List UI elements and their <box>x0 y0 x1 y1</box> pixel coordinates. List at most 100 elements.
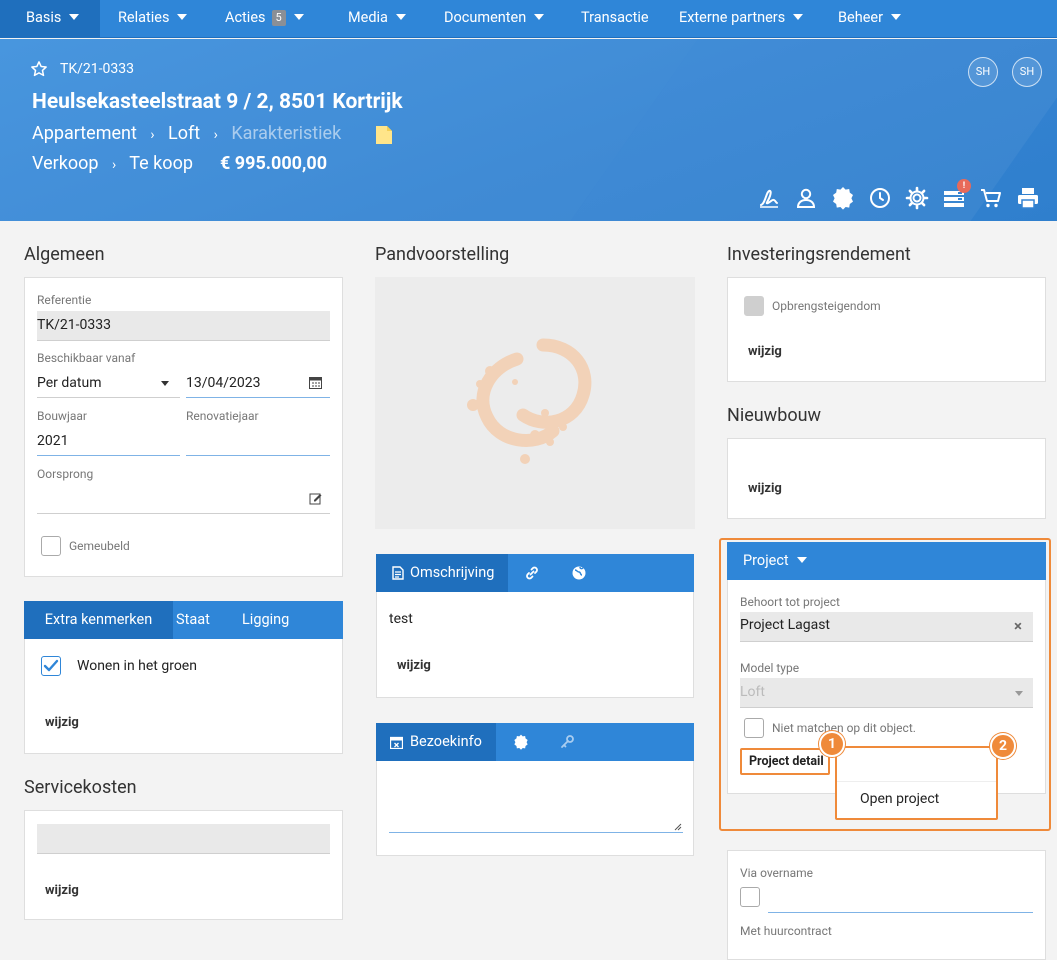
status-type: Verkoop <box>32 153 99 174</box>
niet-matchen-label: Niet matchen op dit object. <box>772 721 916 735</box>
bezoekinfo-textarea[interactable] <box>389 773 683 833</box>
algemeen-card: Referentie TK/21-0333 Beschikbaar vanaf … <box>24 277 343 577</box>
chevron-down-icon <box>793 14 804 21</box>
behoort-value: Project Lagast <box>740 617 831 633</box>
nav-documenten[interactable]: Documenten <box>444 0 545 38</box>
document-icon <box>392 566 404 580</box>
signature-icon[interactable] <box>757 186 781 210</box>
menu-item-open-project[interactable]: Open project <box>860 791 939 807</box>
chevron-down-icon <box>69 14 80 21</box>
tab-extra-kenmerken[interactable]: Extra kenmerken <box>24 601 173 639</box>
beschikbaar-select[interactable]: Per datum <box>37 375 101 391</box>
renovatie-input[interactable] <box>186 455 330 456</box>
logo-placeholder-icon <box>467 338 592 464</box>
nav-relaties[interactable]: Relaties <box>118 0 188 38</box>
servicekosten-card: wijzig <box>24 810 343 920</box>
tab-staat[interactable]: Staat <box>176 601 210 639</box>
section-title-nieuwbouw: Nieuwbouw <box>727 405 822 426</box>
kenmerken-edit-link[interactable]: wijzig <box>45 715 79 730</box>
overname-card: Via overname Met huurcontract <box>727 850 1046 960</box>
servicekosten-edit-link[interactable]: wijzig <box>45 883 79 898</box>
model-value: Loft <box>740 684 765 700</box>
chevron-down-icon <box>395 14 406 21</box>
badge-icon[interactable] <box>831 186 855 210</box>
referentie-value: TK/21-0333 <box>37 317 111 333</box>
print-icon[interactable] <box>1016 186 1040 210</box>
breadcrumb-subtype[interactable]: Loft <box>168 123 200 144</box>
calendar-x-icon <box>390 736 403 749</box>
renovatie-label: Renovatiejaar <box>186 409 259 423</box>
tab-ligging[interactable]: Ligging <box>242 601 289 639</box>
edit-icon[interactable] <box>309 492 322 505</box>
nieuwbouw-edit-link[interactable]: wijzig <box>748 481 782 496</box>
transaction-status: Verkoop › Te koop <box>32 153 193 174</box>
list-icon[interactable]: ! <box>942 179 971 210</box>
nav-transactie[interactable]: Transactie <box>581 0 649 38</box>
breadcrumb-karakteristiek[interactable]: Karakteristiek <box>231 123 341 144</box>
via-overname-checkbox[interactable] <box>740 887 760 907</box>
link-icon[interactable] <box>524 565 540 581</box>
model-select[interactable] <box>740 678 1033 708</box>
avatar[interactable]: SH <box>1012 57 1042 87</box>
price: € 995.000,00 <box>220 153 328 174</box>
property-image-placeholder[interactable] <box>375 277 695 529</box>
omschrijving-edit-link[interactable]: wijzig <box>397 658 431 673</box>
globe-icon[interactable] <box>571 565 587 581</box>
breadcrumb: Appartement › Loft › Karakteristiek <box>32 123 341 144</box>
bouwjaar-input[interactable]: 2021 <box>37 433 68 449</box>
chevron-down-icon[interactable] <box>1015 691 1023 696</box>
wonen-groen-label: Wonen in het groen <box>77 658 197 674</box>
niet-matchen-checkbox[interactable] <box>744 718 764 738</box>
kenmerken-card: Wonen in het groen wijzig <box>24 639 343 754</box>
notification-badge: ! <box>957 179 971 193</box>
bouwjaar-label: Bouwjaar <box>37 409 87 423</box>
section-title-servicekosten: Servicekosten <box>24 777 137 798</box>
section-title-pandvoorstelling: Pandvoorstelling <box>375 244 510 265</box>
chevron-right-icon: › <box>213 127 218 143</box>
model-label: Model type <box>740 661 800 675</box>
cart-icon[interactable] <box>979 186 1003 210</box>
investering-edit-link[interactable]: wijzig <box>748 344 782 359</box>
key-icon[interactable] <box>559 734 575 750</box>
calendar-icon[interactable] <box>309 376 322 389</box>
project-header[interactable]: Project <box>727 542 1046 580</box>
step-marker-1: 1 <box>819 731 845 757</box>
user-icon[interactable] <box>794 186 818 210</box>
via-overname-input[interactable] <box>768 912 1033 913</box>
badge-icon[interactable] <box>513 734 529 750</box>
oorsprong-input[interactable] <box>37 513 330 514</box>
resize-handle-icon[interactable] <box>674 823 682 831</box>
project-detail-button[interactable]: Project detail <box>740 748 830 775</box>
beschikbaar-date[interactable]: 13/04/2023 <box>186 375 261 391</box>
servicekosten-field[interactable] <box>37 824 330 854</box>
note-icon[interactable] <box>375 125 393 145</box>
nav-basis[interactable]: Basis <box>0 0 100 38</box>
nav-externe-partners[interactable]: Externe partners <box>679 0 804 38</box>
clock-icon[interactable] <box>868 186 892 210</box>
breadcrumb-type[interactable]: Appartement <box>32 123 137 144</box>
property-header: TK/21-0333 Heulsekasteelstraat 9 / 2, 85… <box>0 39 1057 221</box>
kenmerken-tabs: Extra kenmerken Staat Ligging <box>24 601 343 639</box>
gear-icon[interactable] <box>905 186 929 210</box>
avatar[interactable]: SH <box>968 57 998 87</box>
clear-icon[interactable]: × <box>1014 617 1022 635</box>
wonen-groen-checkbox[interactable] <box>41 656 61 676</box>
chevron-down-icon[interactable] <box>161 381 169 386</box>
referentie-label: Referentie <box>37 293 92 307</box>
tab-bezoekinfo[interactable]: Bezoekinfo <box>376 723 496 761</box>
nieuwbouw-card: wijzig <box>727 438 1046 519</box>
gemeubeld-checkbox[interactable] <box>41 536 61 556</box>
nav-beheer[interactable]: Beheer <box>838 0 902 38</box>
nav-media[interactable]: Media <box>348 0 406 38</box>
opbrengsteigendom-checkbox[interactable] <box>744 296 764 316</box>
investering-card: Opbrengsteigendom wijzig <box>727 277 1046 382</box>
nav-acties[interactable]: Acties 5 <box>225 0 304 38</box>
star-icon[interactable] <box>30 60 48 78</box>
bezoekinfo-card <box>376 761 694 856</box>
tab-omschrijving[interactable]: Omschrijving <box>376 554 508 592</box>
count-badge: 5 <box>271 10 286 27</box>
omschrijving-text: test <box>389 611 413 627</box>
date-underline <box>186 397 330 398</box>
chevron-down-icon <box>534 14 545 21</box>
project-dropdown-menu: Open project <box>835 746 998 820</box>
